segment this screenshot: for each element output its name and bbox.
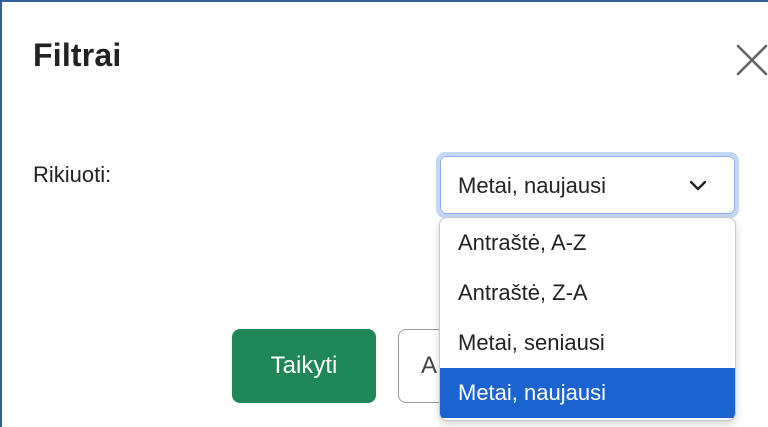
sort-select-value: Metai, naujausi	[458, 173, 606, 198]
sort-label: Rikiuoti:	[33, 162, 112, 187]
sort-select[interactable]: Metai, naujausi	[436, 152, 739, 218]
close-icon[interactable]	[734, 42, 768, 78]
filter-dialog: Filtrai Rikiuoti: Metai, naujausi Taikyt…	[0, 0, 768, 427]
apply-button[interactable]: Taikyti	[232, 329, 376, 403]
dialog-title: Filtrai	[33, 37, 122, 73]
sort-option-year-newest[interactable]: Metai, naujausi	[440, 368, 735, 418]
sort-option-year-oldest[interactable]: Metai, seniausi	[440, 318, 735, 368]
sort-option-title-desc[interactable]: Antraštė, Z-A	[440, 268, 735, 318]
sort-options-dropdown: Antraštė, A-Z Antraštė, Z-A Metai, senia…	[439, 217, 736, 421]
sort-option-title-asc[interactable]: Antraštė, A-Z	[440, 218, 735, 268]
chevron-down-icon	[689, 180, 707, 191]
